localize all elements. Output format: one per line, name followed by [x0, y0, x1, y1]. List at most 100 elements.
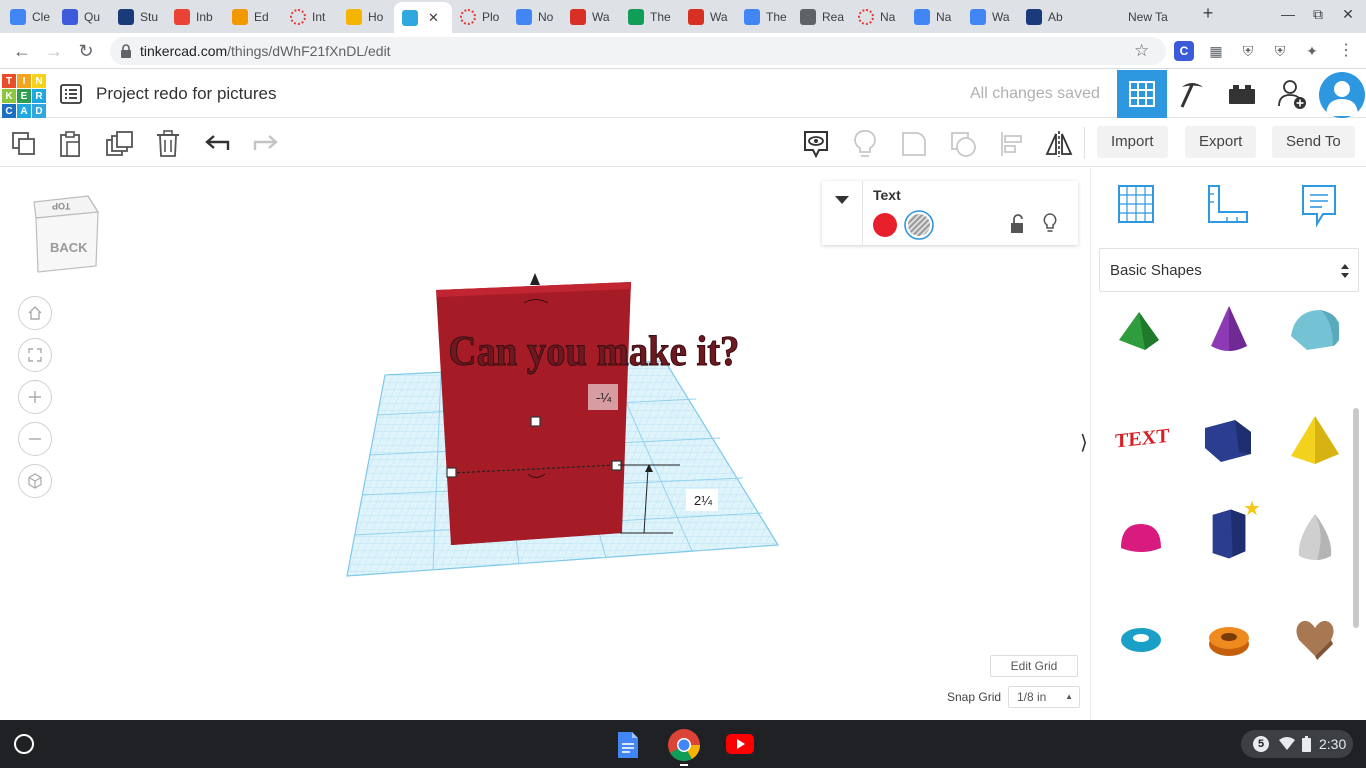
edit-grid-button[interactable]: Edit Grid [990, 655, 1078, 677]
youtube-icon[interactable] [725, 732, 755, 756]
resize-handle[interactable] [446, 467, 457, 478]
paste-button[interactable] [54, 127, 88, 161]
tinkercad-logo[interactable]: T I N K E R C A D [2, 74, 46, 118]
browser-tab[interactable]: Ho [346, 4, 396, 30]
cone-shape[interactable] [1199, 300, 1259, 360]
heart-shape[interactable] [1285, 608, 1345, 668]
notification-badge[interactable]: 5 [1253, 736, 1269, 752]
redo-button[interactable] [248, 127, 282, 161]
unlock-icon[interactable] [1009, 214, 1025, 234]
roof-shape[interactable] [1111, 300, 1171, 360]
mirror-button[interactable] [1042, 127, 1076, 161]
invite-people-button[interactable] [1267, 70, 1317, 118]
project-title[interactable]: Project redo for pictures [96, 84, 276, 104]
address-bar[interactable]: tinkercad.com/things/dWhF21fXnDL/edit ☆ [110, 37, 1166, 65]
paraboloid-shape[interactable] [1285, 508, 1345, 568]
collapse-triangle-icon[interactable] [834, 195, 850, 205]
c-extension-icon[interactable]: C [1174, 41, 1194, 61]
perspective-toggle-button[interactable] [18, 464, 52, 498]
launcher-circle-icon[interactable] [14, 734, 34, 754]
height-value[interactable]: 2¼ [694, 493, 712, 508]
browser-tab[interactable]: Na [858, 4, 908, 30]
zoom-out-button[interactable] [18, 422, 52, 456]
shield-check-icon[interactable]: ⛨ [1270, 41, 1290, 61]
browser-tab[interactable]: ✕ [394, 2, 452, 33]
visibility-lightbulb-icon[interactable] [1042, 212, 1058, 234]
notes-button[interactable] [799, 127, 833, 161]
3d-workspace[interactable]: TOP BACK Can you make it? -¼ 2¼ ⟩ Edit G… [0, 168, 1090, 720]
red-text-box[interactable] [436, 282, 631, 545]
workplane-scene[interactable]: Can you make it? -¼ 2¼ [340, 263, 800, 593]
browser-tab[interactable]: Qu [62, 4, 112, 30]
panel-scrollbar[interactable] [1353, 408, 1359, 628]
copy-button[interactable] [7, 127, 41, 161]
browser-tab[interactable]: The [744, 4, 794, 30]
ungroup-button[interactable] [946, 127, 980, 161]
hole-swatch[interactable] [903, 210, 935, 240]
browser-tab[interactable]: Rea [800, 4, 850, 30]
browser-tab[interactable]: Wa [570, 4, 620, 30]
restore-icon[interactable]: ⧉ [1306, 6, 1330, 23]
user-avatar[interactable] [1319, 72, 1365, 118]
import-button[interactable]: Import [1097, 126, 1168, 158]
group-button[interactable] [897, 127, 931, 161]
browser-tab[interactable]: Ed [232, 4, 282, 30]
align-button[interactable] [995, 127, 1029, 161]
close-window-icon[interactable]: ✕ [1336, 6, 1360, 23]
shield-extension-icon[interactable]: ⛨ [1238, 41, 1258, 61]
torus-shape[interactable] [1111, 608, 1171, 668]
browser-tab[interactable]: Stu [118, 4, 168, 30]
browser-tab[interactable]: New Ta [1128, 4, 1180, 30]
design-list-icon[interactable] [60, 84, 82, 104]
fit-view-button[interactable] [18, 338, 52, 372]
shape-category-select[interactable]: Basic Shapes [1099, 248, 1359, 292]
round-roof-shape[interactable] [1285, 300, 1345, 360]
undo-button[interactable] [201, 127, 235, 161]
browser-tab[interactable]: Ab [1026, 4, 1076, 30]
send-to-button[interactable]: Send To [1272, 126, 1355, 158]
status-tray[interactable]: 5 2:30 [1241, 730, 1353, 758]
bricks-view-button[interactable] [1217, 70, 1267, 118]
browser-tab[interactable]: No [516, 4, 566, 30]
reload-icon[interactable]: ↻ [73, 39, 99, 63]
show-all-button[interactable] [848, 127, 882, 161]
notes-tool-icon[interactable] [1299, 182, 1339, 228]
delete-button[interactable] [151, 127, 185, 161]
browser-tab[interactable]: Wa [688, 4, 738, 30]
height-handle[interactable] [530, 416, 541, 427]
browser-tab[interactable]: Wa [970, 4, 1020, 30]
box-shape[interactable] [1199, 410, 1259, 470]
tube-shape[interactable] [1199, 608, 1259, 668]
browser-tab[interactable]: The [628, 4, 678, 30]
back-arrow-icon[interactable]: ← [9, 39, 35, 63]
half-sphere-shape[interactable] [1111, 508, 1171, 568]
lift-arrow-handle[interactable] [530, 273, 540, 285]
forward-arrow-icon[interactable]: → [41, 39, 67, 63]
browser-tab[interactable]: Plo [460, 4, 510, 30]
browser-tab[interactable]: Cle [10, 4, 60, 30]
duplicate-button[interactable] [103, 127, 137, 161]
solid-color-swatch[interactable] [873, 213, 897, 237]
export-button[interactable]: Export [1185, 126, 1257, 158]
minimize-icon[interactable]: — [1276, 6, 1300, 22]
text-shape[interactable]: TEXT [1111, 410, 1171, 470]
puzzle-extensions-icon[interactable]: ✦ [1302, 41, 1322, 61]
ruler-tool-icon[interactable] [1205, 182, 1251, 226]
google-docs-icon[interactable] [616, 730, 640, 760]
zoom-in-button[interactable] [18, 380, 52, 414]
browser-tab[interactable]: Inb [174, 4, 224, 30]
qr-code-icon[interactable]: ▦ [1206, 41, 1226, 61]
home-view-button[interactable] [18, 296, 52, 330]
browser-menu-icon[interactable]: ⋮ [1336, 41, 1356, 61]
browser-tab[interactable]: Int [290, 4, 340, 30]
chrome-icon[interactable] [667, 728, 701, 762]
workplane-tool-icon[interactable] [1115, 182, 1157, 226]
close-tab-icon[interactable]: ✕ [428, 10, 439, 26]
3d-design-view-button[interactable] [1117, 70, 1167, 118]
blocks-view-button[interactable] [1167, 70, 1217, 118]
new-tab-button[interactable]: + [1196, 3, 1220, 24]
bookmark-star-icon[interactable]: ☆ [1134, 41, 1149, 61]
browser-tab[interactable]: Na [914, 4, 964, 30]
pyramid-shape[interactable] [1285, 410, 1345, 470]
snap-grid-select[interactable]: 1/8 in ▲ [1008, 686, 1080, 708]
